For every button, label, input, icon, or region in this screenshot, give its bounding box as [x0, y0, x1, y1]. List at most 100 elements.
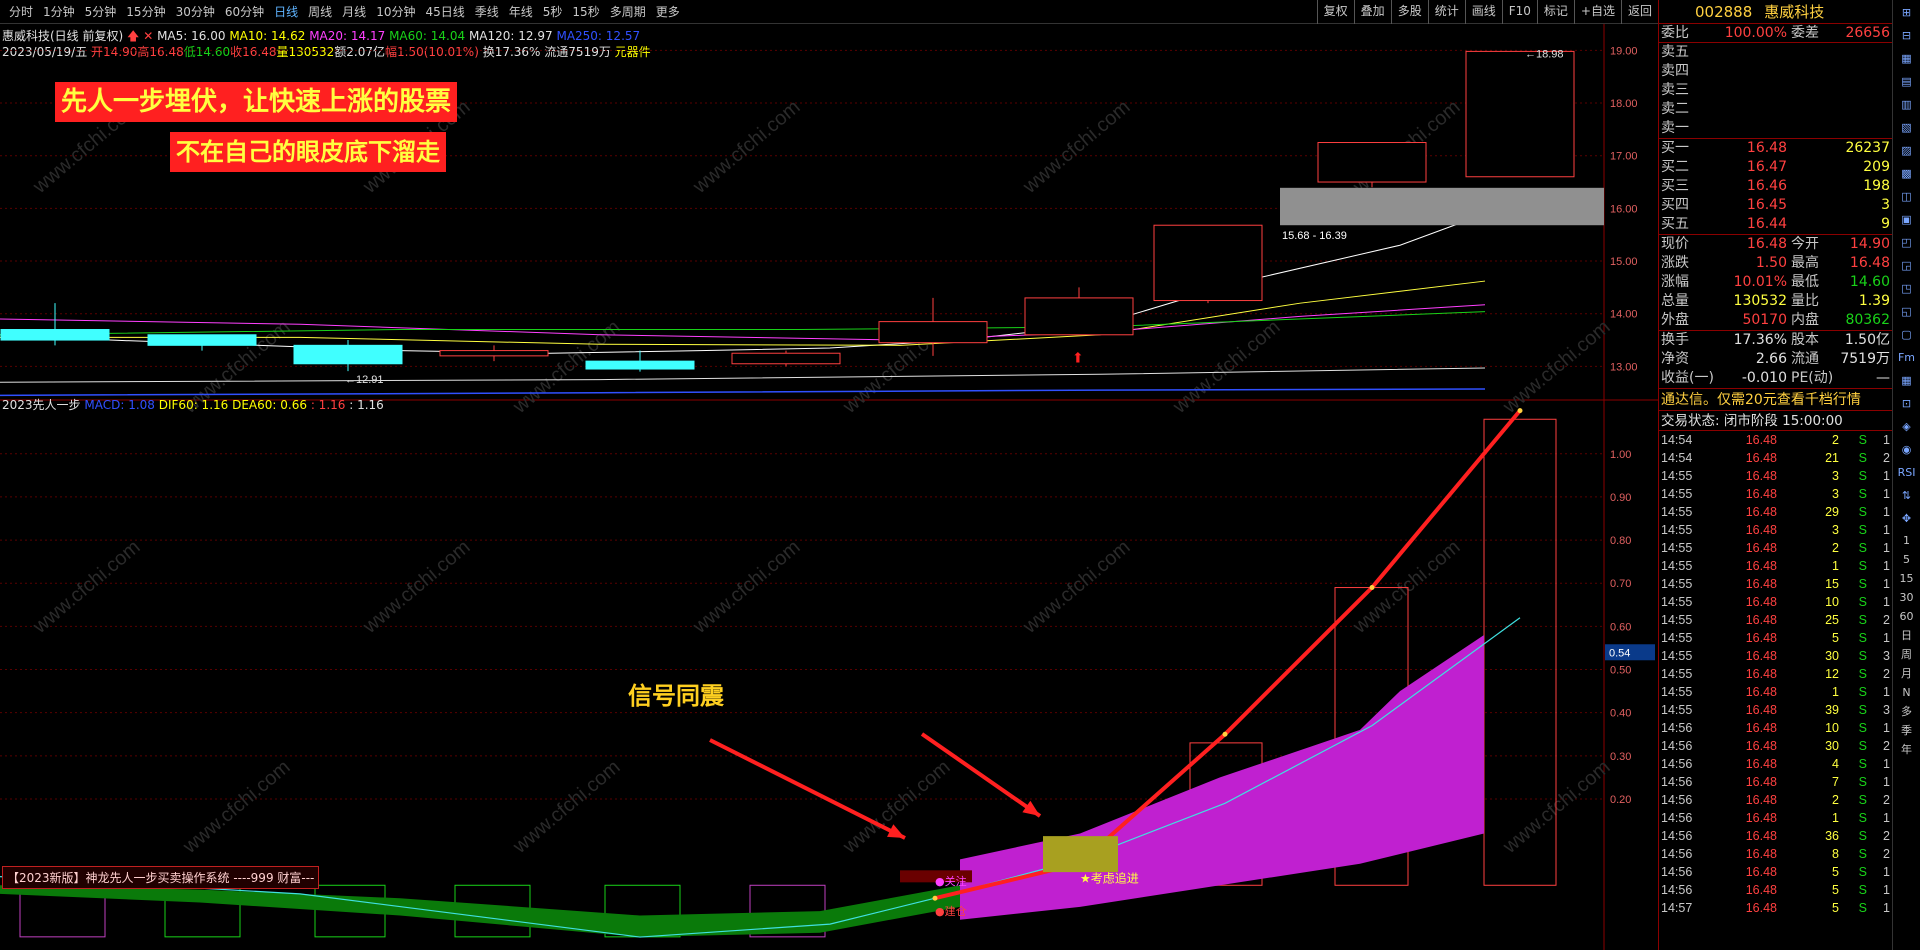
candle[interactable]	[1024, 287, 1134, 336]
period-shortcut[interactable]: 60	[1895, 608, 1919, 625]
watermark-text: www.cfchi.com	[1498, 316, 1614, 419]
candle[interactable]	[147, 334, 257, 351]
tool-button[interactable]: 统计	[1427, 0, 1465, 24]
tool-icon[interactable]: ◱	[1896, 302, 1918, 322]
tick-row: 14:55 16.48 3 S 1	[1659, 467, 1892, 485]
book-row[interactable]: 卖四	[1659, 62, 1892, 81]
promo-link[interactable]: 通达信。仅需20元查看千档行情	[1659, 389, 1892, 411]
tool-button[interactable]: F10	[1501, 0, 1537, 24]
tool-icon[interactable]: ▦	[1896, 371, 1918, 391]
tool-button[interactable]: 画线	[1464, 0, 1502, 24]
tick-cell: S	[1858, 613, 1867, 627]
period-shortcut[interactable]: 月	[1895, 665, 1919, 682]
tool-icon[interactable]: ◫	[1896, 187, 1918, 207]
candle[interactable]	[1317, 142, 1427, 188]
tick-cell: 14:55	[1661, 613, 1693, 627]
tool-icon[interactable]: ▢	[1896, 325, 1918, 345]
axis-tick: 16.00	[1610, 203, 1638, 215]
tool-button[interactable]: 叠加	[1353, 0, 1391, 24]
tool-icon[interactable]: ▩	[1896, 164, 1918, 184]
period-tab[interactable]: 多周期	[605, 3, 651, 20]
tick-cell: S	[1858, 757, 1867, 771]
period-tab[interactable]: 年线	[504, 3, 538, 20]
period-shortcut[interactable]: 5	[1895, 551, 1919, 568]
book-row[interactable]: 买四 16.45 3	[1659, 196, 1892, 215]
tool-icon[interactable]: ▤	[1896, 72, 1918, 92]
period-shortcut[interactable]: 季	[1895, 722, 1919, 739]
period-tab[interactable]: 60分钟	[220, 3, 269, 20]
period-shortcut[interactable]: 日	[1895, 627, 1919, 644]
axis-tick: 13.00	[1610, 361, 1638, 373]
period-tab[interactable]: 15秒	[567, 3, 604, 20]
tool-icon[interactable]: ⊟	[1896, 26, 1918, 46]
book-row[interactable]: 卖一	[1659, 119, 1892, 138]
tool-icon[interactable]: Fm	[1896, 348, 1918, 368]
tool-icon[interactable]: ▨	[1896, 141, 1918, 161]
tick-list[interactable]: 14:54 16.48 2 S 1 14:54 16.48 21 S 2 14:55 16.48 3 S 1…	[1659, 431, 1892, 917]
period-tab[interactable]: 更多	[651, 3, 685, 20]
tool-button[interactable]: 标记	[1536, 0, 1574, 24]
tick-cell: S	[1858, 829, 1867, 843]
period-tab[interactable]: 周线	[303, 3, 337, 20]
candle[interactable]	[0, 303, 110, 346]
period-shortcut[interactable]: 年	[1895, 741, 1919, 758]
candle[interactable]	[1465, 50, 1575, 178]
period-shortcut[interactable]: 30	[1895, 589, 1919, 606]
quote-panel: 002888 惠威科技 委比 100.00% 委差 26656 卖五 卖四 卖三 卖二…	[1658, 0, 1892, 950]
tool-icon[interactable]: ▦	[1896, 49, 1918, 69]
dea-value: DEA60: 0.66	[232, 398, 307, 412]
period-tab[interactable]: 45日线	[420, 3, 469, 20]
period-shortcut[interactable]: 1	[1895, 532, 1919, 549]
book-row[interactable]: 卖三	[1659, 81, 1892, 100]
period-shortcut[interactable]: 多	[1895, 703, 1919, 720]
period-tab[interactable]: 1分钟	[38, 3, 80, 20]
axis-tick: 0.90	[1610, 492, 1631, 504]
tool-icon[interactable]: ⇅	[1896, 486, 1918, 506]
tool-icon[interactable]: ◳	[1896, 279, 1918, 299]
period-shortcut[interactable]: N	[1895, 684, 1919, 701]
period-tab[interactable]: 10分钟	[371, 3, 420, 20]
book-row[interactable]: 买三 16.46 198	[1659, 177, 1892, 196]
tool-icon[interactable]: ◈	[1896, 417, 1918, 437]
tool-button[interactable]: 复权	[1316, 0, 1354, 24]
candle[interactable]	[585, 350, 695, 372]
tool-button[interactable]: 返回	[1620, 0, 1658, 24]
period-tab[interactable]: 5分钟	[80, 3, 122, 20]
book-row[interactable]: 买一 16.48 26237	[1659, 139, 1892, 158]
tool-icon[interactable]: ⊞	[1896, 3, 1918, 23]
book-row[interactable]: 买二 16.47 209	[1659, 158, 1892, 177]
period-tab[interactable]: 15分钟	[121, 3, 170, 20]
book-row[interactable]: 卖五	[1659, 43, 1892, 62]
period-tab[interactable]: 5秒	[538, 3, 568, 20]
tick-cell: 16.48	[1745, 469, 1777, 483]
tick-cell: 14:55	[1661, 541, 1693, 555]
period-tab[interactable]: 季线	[470, 3, 504, 20]
tool-icon[interactable]: ✥	[1896, 509, 1918, 529]
tick-cell: 16.48	[1745, 775, 1777, 789]
tool-icon[interactable]: ▥	[1896, 95, 1918, 115]
period-shortcut[interactable]: 15	[1895, 570, 1919, 587]
tool-icon[interactable]: ◲	[1896, 256, 1918, 276]
candle[interactable]	[439, 345, 549, 362]
tool-icon[interactable]: ▧	[1896, 118, 1918, 138]
period-shortcut[interactable]: 周	[1895, 646, 1919, 663]
tool-icon[interactable]: ▣	[1896, 210, 1918, 230]
tool-button[interactable]: +自选	[1573, 0, 1621, 24]
period-tab[interactable]: 30分钟	[171, 3, 220, 20]
tool-icon[interactable]: ◰	[1896, 233, 1918, 253]
tool-icon[interactable]: ⊡	[1896, 394, 1918, 414]
period-tab[interactable]: 分时	[4, 3, 38, 20]
candle[interactable]	[731, 350, 841, 367]
tool-button[interactable]: 多股	[1390, 0, 1428, 24]
tick-cell: 2	[1832, 433, 1839, 447]
book-row[interactable]: 买五 16.44 9	[1659, 215, 1892, 234]
period-tab[interactable]: 月线	[337, 3, 371, 20]
period-tab[interactable]: 日线	[269, 3, 303, 20]
tool-icon[interactable]: RSI	[1896, 463, 1918, 483]
candle[interactable]	[1153, 224, 1263, 304]
candle[interactable]	[878, 297, 988, 356]
book-row[interactable]: 卖二	[1659, 100, 1892, 119]
tick-row: 14:56 16.48 5 S 1	[1659, 863, 1892, 881]
tick-cell: 16.48	[1745, 685, 1777, 699]
tool-icon[interactable]: ◉	[1896, 440, 1918, 460]
